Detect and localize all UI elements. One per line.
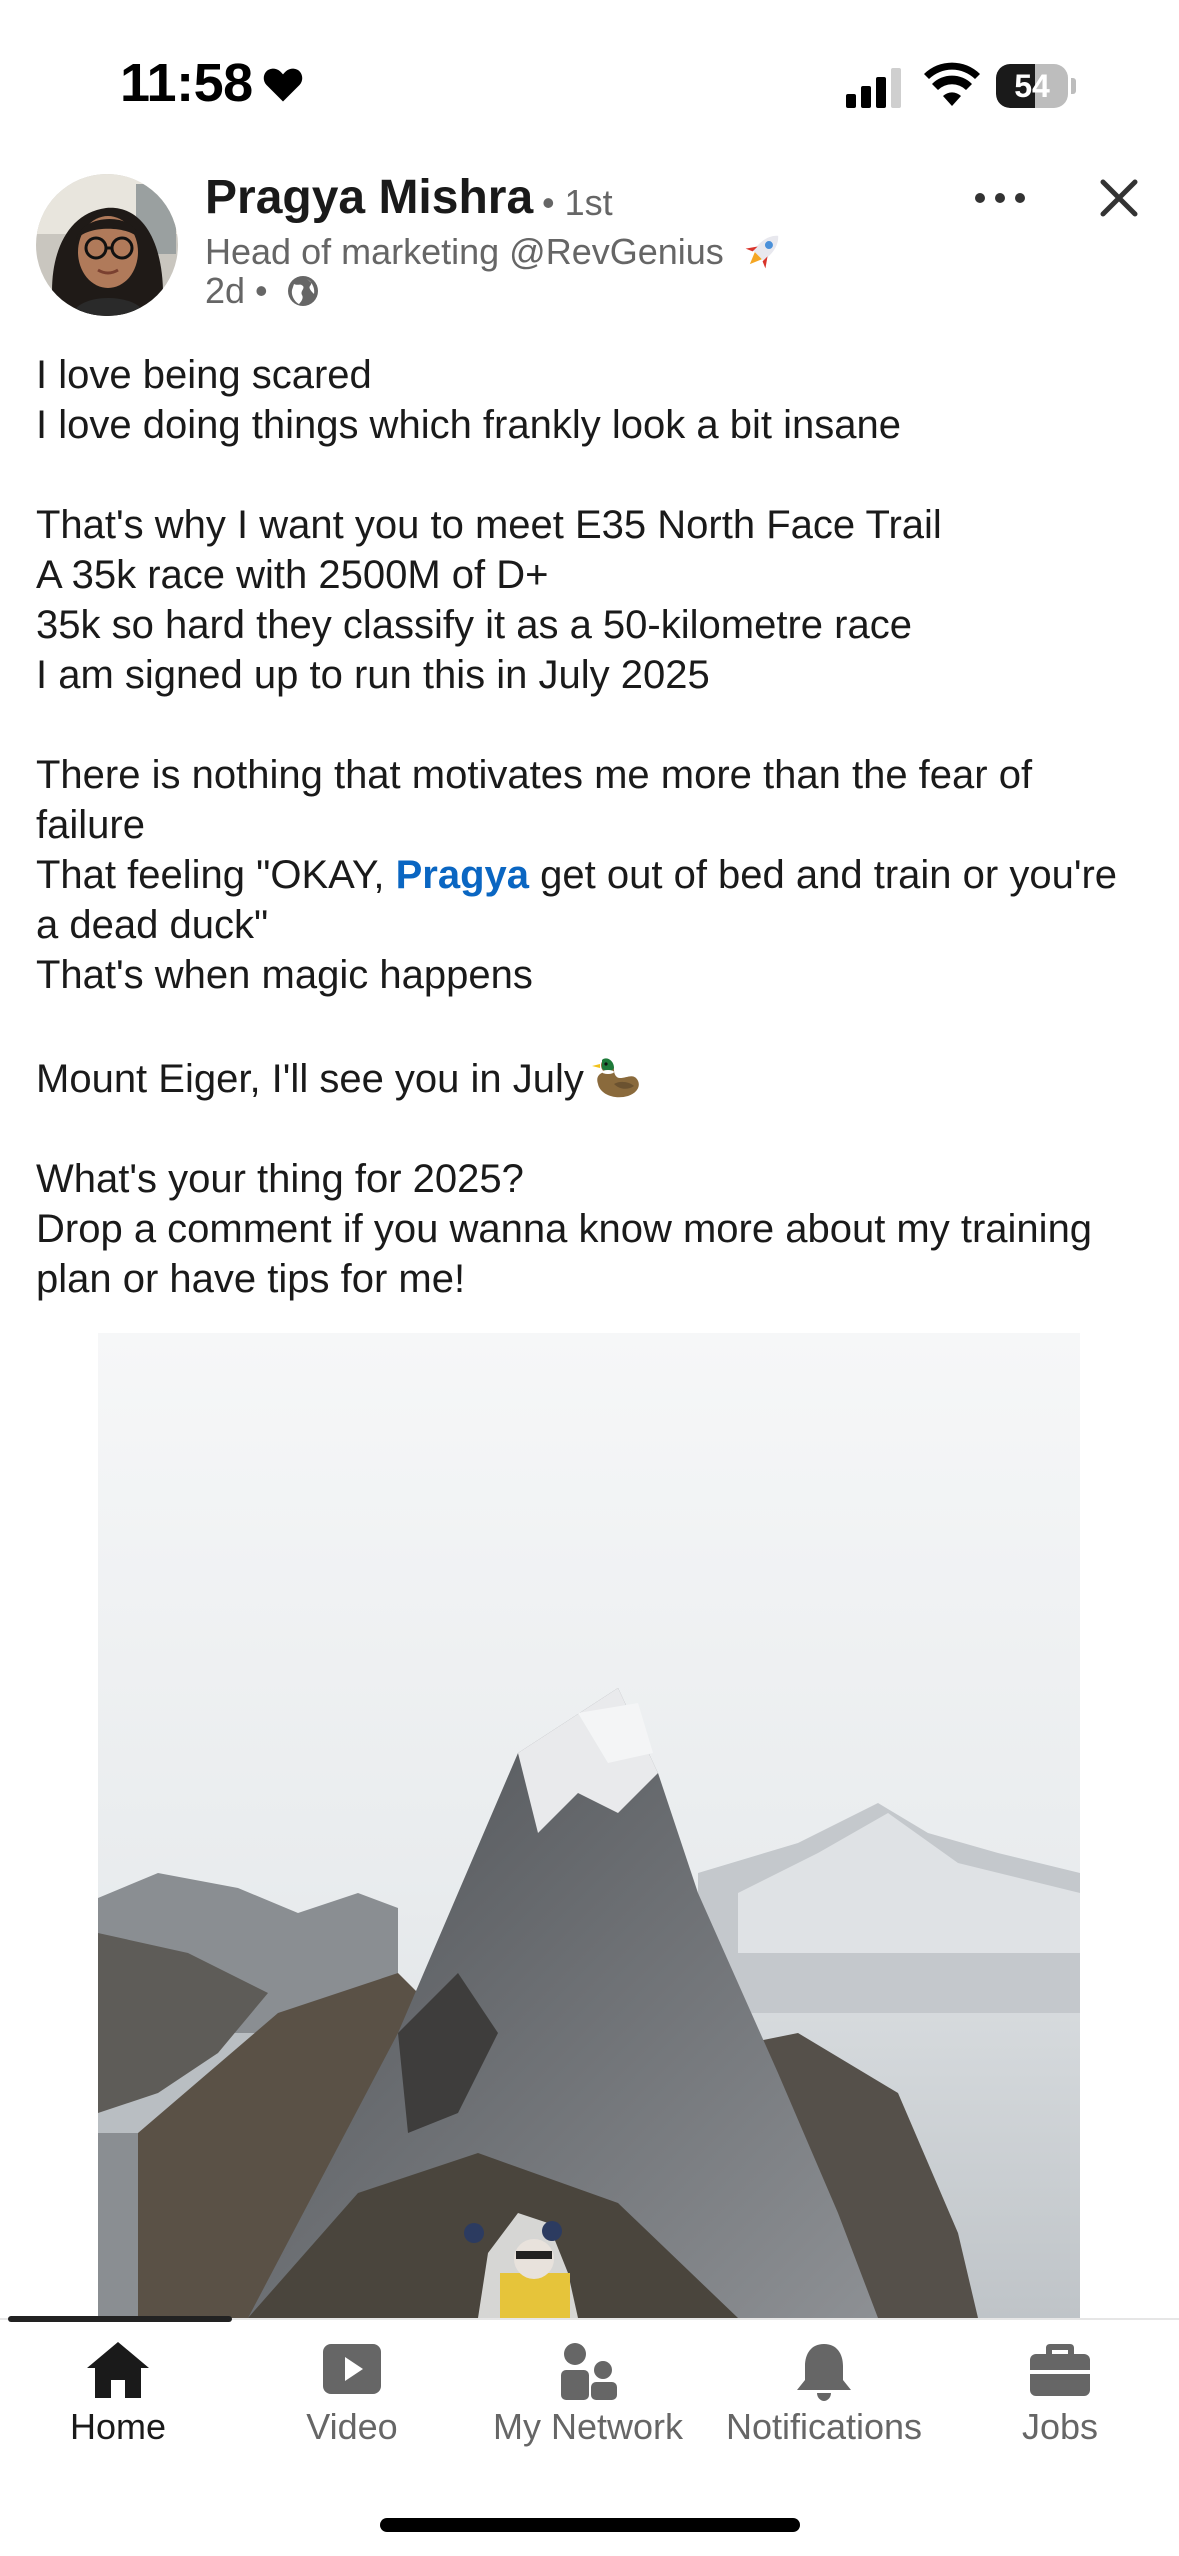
bottom-nav: Home Video My Network Notifications Jobs xyxy=(0,2322,1179,2462)
home-icon xyxy=(87,2342,149,2398)
post-line: I love being scared xyxy=(36,353,372,397)
nav-notifications-label: Notifications xyxy=(725,2406,923,2447)
author-headline-text: Head of marketing @RevGenius xyxy=(205,231,724,272)
post-line: That's why I want you to meet E35 North … xyxy=(36,503,942,547)
battery-level: 54 xyxy=(1014,68,1050,104)
battery-indicator: 54 xyxy=(996,64,1076,108)
more-options-icon[interactable] xyxy=(970,180,1030,216)
author-name[interactable]: Pragya Mishra xyxy=(205,170,533,225)
status-bar: 11:58 54 xyxy=(0,0,1179,170)
rocket-icon xyxy=(745,235,778,269)
nav-home[interactable]: Home xyxy=(0,2322,236,2462)
post-image[interactable] xyxy=(98,1333,1080,2318)
nav-notifications[interactable]: Notifications xyxy=(706,2322,942,2462)
nav-my-network-label: My Network xyxy=(492,2406,684,2447)
post-line: That feeling "OKAY, Pragya get out of be… xyxy=(36,850,1146,950)
post-line: 35k so hard they classify it as a 50-kil… xyxy=(36,603,912,647)
nav-jobs[interactable]: Jobs xyxy=(942,2322,1178,2462)
mention-link[interactable]: Pragya xyxy=(396,853,529,897)
avatar[interactable] xyxy=(36,174,178,316)
post-line: I love doing things which frankly look a… xyxy=(36,403,901,447)
post-line: A 35k race with 2500M of D+ xyxy=(36,553,549,597)
nav-video[interactable]: Video xyxy=(234,2322,470,2462)
nav-my-network[interactable]: My Network xyxy=(470,2322,706,2462)
nav-jobs-label: Jobs xyxy=(1021,2406,1099,2447)
post-line: Mount Eiger, I'll see you in July xyxy=(36,1050,1146,1104)
nav-home-label: Home xyxy=(69,2406,167,2447)
cellular-signal-icon xyxy=(846,68,901,108)
avatar-photo xyxy=(36,174,178,316)
globe-icon xyxy=(288,276,318,306)
mountain-photo xyxy=(98,1333,1080,2318)
network-icon xyxy=(561,2343,617,2400)
connection-degree: • 1st xyxy=(542,182,613,223)
duck-icon xyxy=(591,1058,639,1098)
post-line: That's when magic happens xyxy=(36,953,533,997)
post-line: Drop a comment if you wanna know more ab… xyxy=(36,1207,1093,1301)
home-indicator[interactable] xyxy=(380,2518,800,2532)
post-line: I am signed up to run this in July 2025 xyxy=(36,653,710,697)
post-line-part: Mount Eiger, I'll see you in July xyxy=(36,1057,584,1101)
post-body: I love being scared I love doing things … xyxy=(36,350,1146,1304)
heart-icon xyxy=(263,68,303,102)
video-icon xyxy=(323,2344,381,2394)
post-line: What's your thing for 2025? xyxy=(36,1157,524,1201)
author-headline: Head of marketing @RevGenius xyxy=(205,226,788,274)
post-line-part: That feeling "OKAY, xyxy=(36,853,396,897)
close-icon[interactable] xyxy=(1095,174,1143,222)
status-time: 11:58 xyxy=(120,53,253,113)
bell-icon xyxy=(797,2344,851,2401)
nav-video-label: Video xyxy=(306,2406,398,2447)
post-line: There is nothing that motivates me more … xyxy=(36,753,1033,847)
wifi-icon xyxy=(924,62,980,106)
post-timestamp: 2d • xyxy=(205,270,268,311)
briefcase-icon xyxy=(1030,2344,1090,2396)
